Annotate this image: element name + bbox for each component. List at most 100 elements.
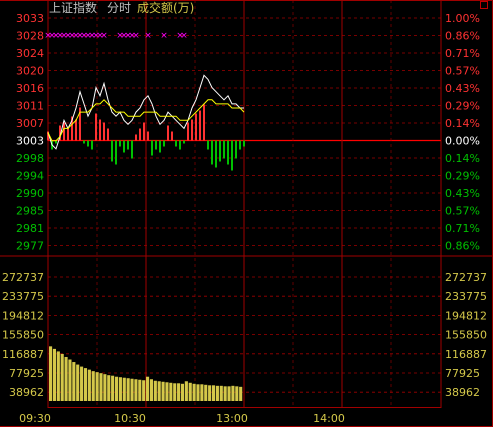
sell-pressure-bar [111,140,113,162]
buy-pressure-bar [195,113,197,141]
percent-tick-label: 0.57% [445,65,480,78]
volume-bar [215,385,219,401]
sell-pressure-bar [155,140,157,150]
volume-tick-label: 77925 [445,367,480,380]
volume-bar [219,385,223,401]
volume-bar [87,369,91,401]
trade-marker: × [160,31,168,41]
volume-tick-label: 155850 [445,329,487,342]
volume-bar [83,368,88,401]
price-tick-label: 2981 [16,222,44,235]
volume-tick-label: 77925 [9,367,44,380]
percent-tick-label: 0.43% [445,82,480,95]
volume-bar [49,346,53,401]
trade-marker: × [144,31,152,41]
volume-bar [204,384,208,401]
price-tick-label: 3007 [16,117,44,130]
buy-pressure-bar [203,104,205,141]
index-name[interactable]: 上证指数 [49,1,97,15]
volume-bar [118,377,122,401]
buy-pressure-bar [95,113,97,141]
volume-label: 成交额(万) [137,1,195,15]
percent-tick-label: 0.86% [445,30,480,43]
volume-bar [165,382,169,401]
buy-pressure-bar [135,134,137,141]
percent-tick-label: 0.29% [445,100,480,113]
volume-bar [231,385,235,401]
buy-pressure-bar [139,128,141,141]
volume-bar [169,382,173,401]
sell-pressure-bar [127,140,129,150]
volume-bar [80,366,84,401]
volume-bar [184,381,188,401]
price-tick-label: 2998 [16,152,44,165]
trade-markers: ××××××××××××××× ××××× × × ×× [44,31,188,41]
trade-marker: × [100,31,108,41]
volume-bar [134,379,138,401]
sell-pressure-bar [235,140,237,159]
buy-pressure-bar [75,119,77,141]
volume-bar [227,386,231,401]
price-tick-label: 3003 [16,135,44,148]
volume-bar [99,373,103,401]
trade-marker: × [132,31,140,41]
volume-bar [76,364,80,401]
buy-pressure-bar [167,125,169,141]
sell-pressure-bar [175,140,177,147]
sell-pressure-bar [211,140,213,165]
buy-pressure-bar [187,122,189,141]
percent-tick-label: 0.86% [445,240,480,253]
volume-bar [95,372,99,401]
volume-bar [114,376,119,401]
chart-mode-label[interactable]: 分时 [107,1,131,15]
buy-pressure-bar [171,131,173,141]
sell-pressure-bar [215,140,217,168]
buy-pressure-bar [99,119,101,141]
volume-bar [239,386,243,401]
sell-pressure-bar [227,140,229,165]
price-tick-label: 3016 [16,82,44,95]
volume-bar [138,379,142,401]
price-tick-label: 3028 [16,30,44,43]
volume-tick-label: 155850 [2,329,44,342]
volume-bar [177,383,181,401]
chart-settings-box[interactable] [480,1,488,9]
volume-bar [91,371,95,401]
sell-pressure-bar [91,140,93,150]
sell-pressure-bar [163,140,165,147]
volume-tick-label: 116887 [2,348,44,361]
volume-bar [60,353,64,401]
volume-bar [223,386,227,401]
volume-bar [196,384,200,401]
price-tick-label: 2977 [16,240,44,253]
volume-bar [52,348,56,401]
volume-tick-label: 272737 [2,271,44,284]
percent-tick-label: 0.14% [445,152,480,165]
volume-bar [188,382,192,401]
percent-tick-label: 0.00% [445,135,480,148]
volume-bar [153,380,157,401]
volume-bar [208,385,212,401]
volume-tick-label: 233775 [445,290,487,303]
volume-bar [180,383,185,401]
time-tick-label: 13:00 [216,412,248,425]
volume-bar [200,384,204,401]
trade-marker: × [180,31,188,41]
buy-pressure-bar [143,122,145,141]
volume-bar [142,380,146,401]
sell-pressure-bar [151,140,153,156]
sell-pressure-bar [159,140,161,153]
volume-tick-label: 272737 [445,271,487,284]
sell-pressure-bar [119,140,121,147]
volume-bar [157,381,161,401]
volume-tick-label: 233775 [2,290,44,303]
volume-bar [161,381,165,401]
intraday-chart: ××××××××××××××× ××××× × × ×× 3033 1.00%3028 0.… [0,0,493,427]
buy-pressure-bar [103,122,105,141]
volume-tick-label: 194812 [445,309,487,322]
volume-bar [56,351,60,401]
sell-pressure-bar [179,140,181,150]
volume-bar [68,359,72,401]
volume-bar [72,362,76,401]
percent-tick-label: 0.57% [445,205,480,218]
